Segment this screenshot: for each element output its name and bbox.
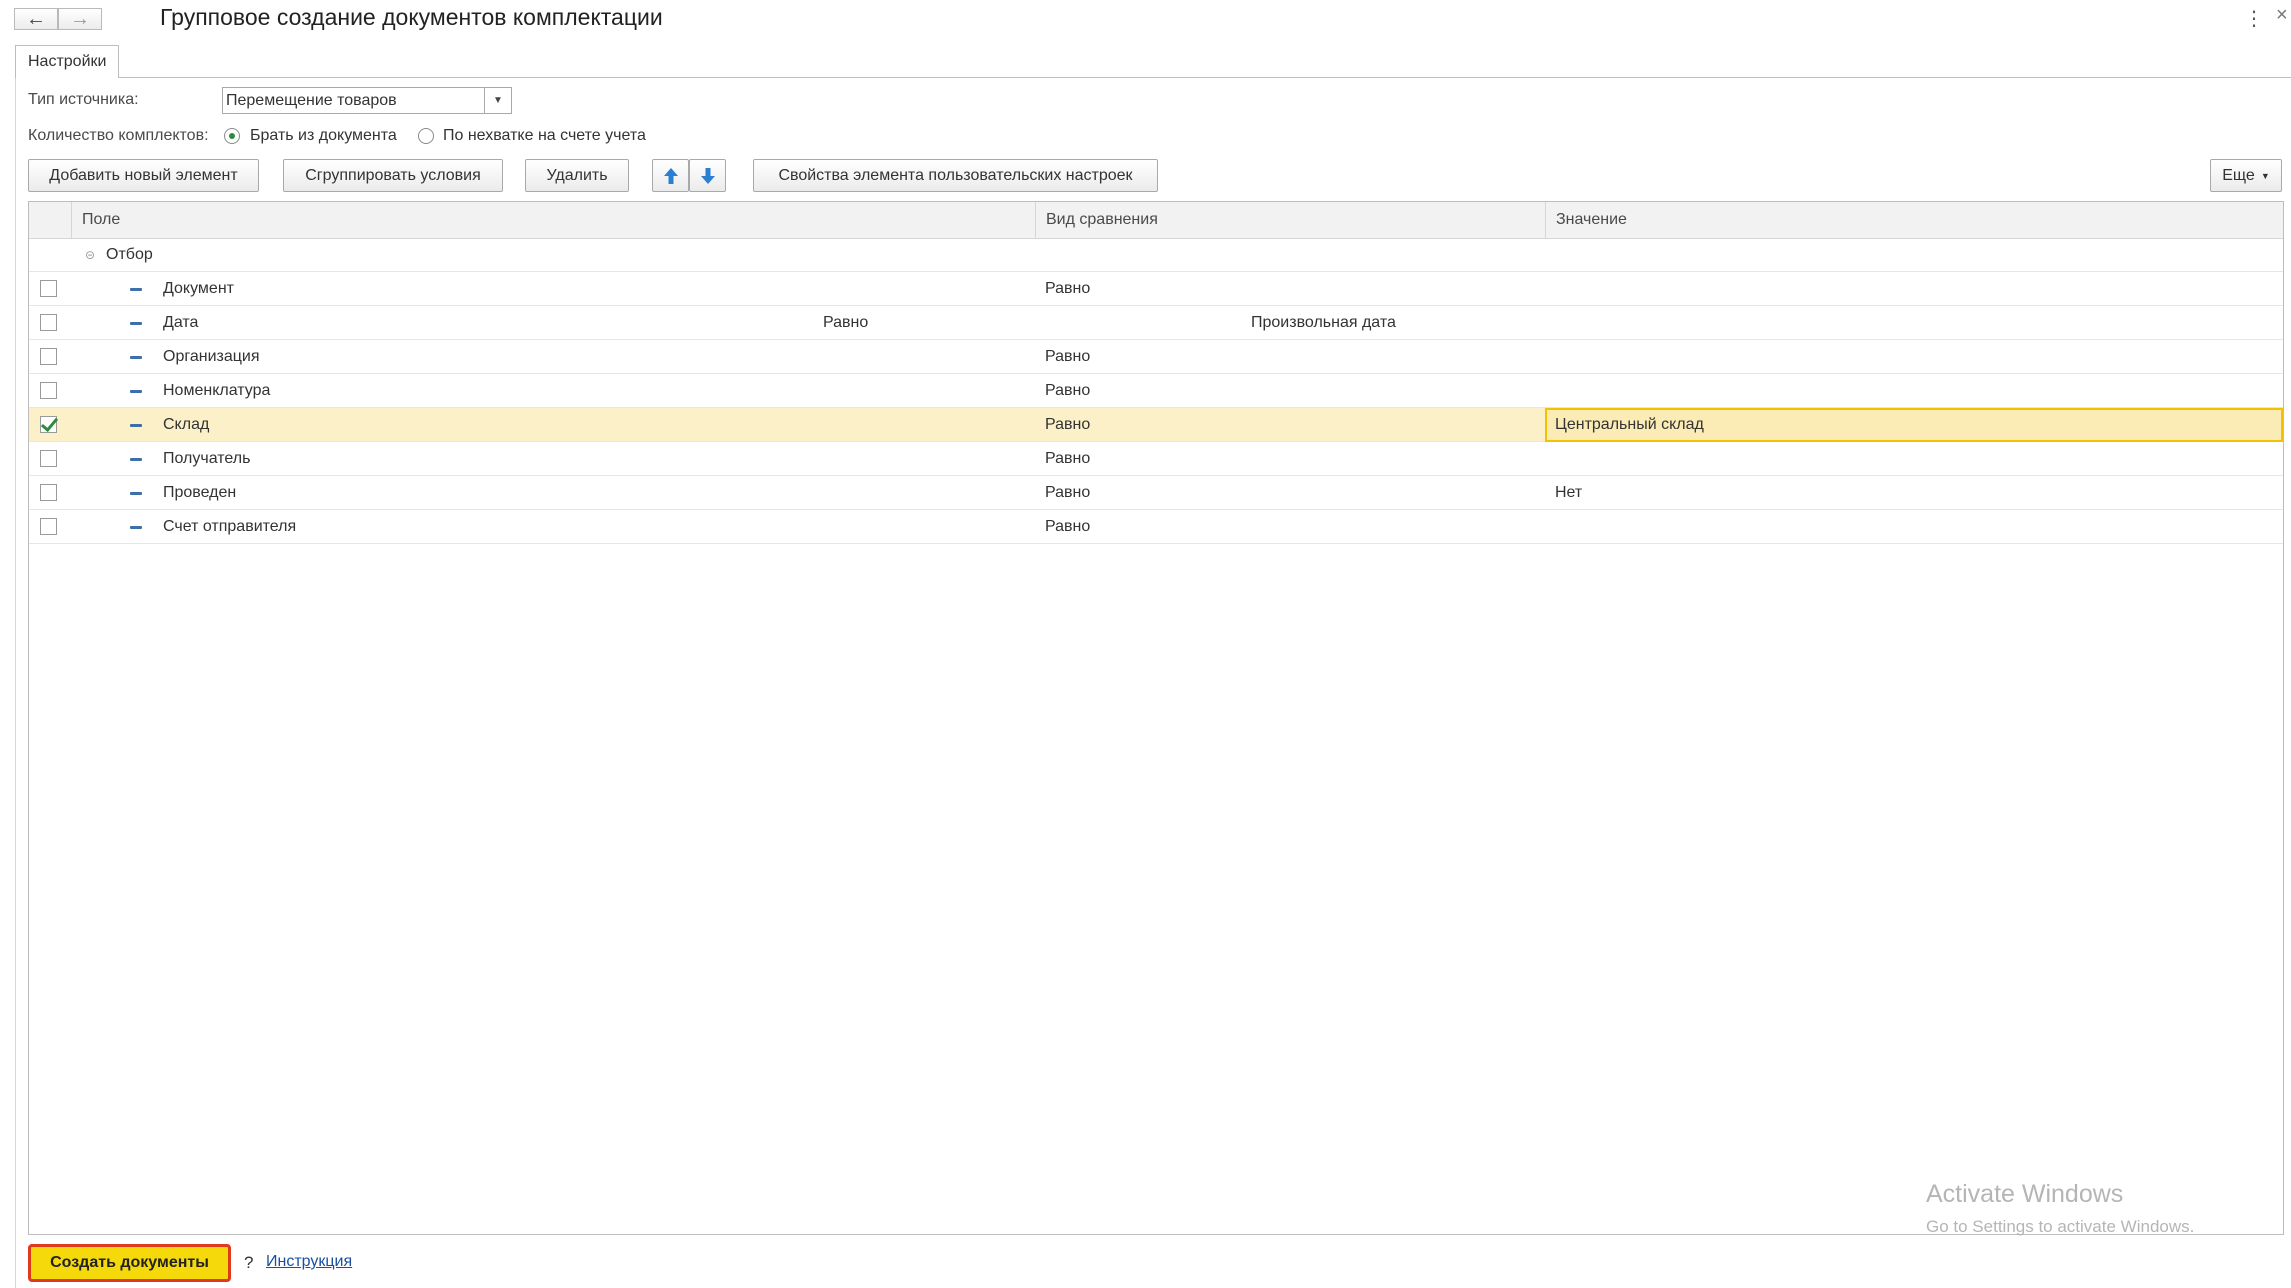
source-type-label: Тип источника: (28, 91, 139, 108)
comparison-cell[interactable]: Равно (1045, 510, 1090, 543)
row-checkbox-checked[interactable] (40, 416, 57, 433)
radio-by-shortage[interactable] (418, 128, 434, 144)
collapse-icon[interactable]: ⊝ (85, 238, 95, 271)
value-cell[interactable]: Нет (1555, 476, 1582, 509)
more-button[interactable]: Еще ▼ (2210, 159, 2282, 192)
row-checkbox[interactable] (40, 382, 57, 399)
arrow-up-icon (663, 167, 678, 184)
table-row[interactable]: Проведен Равно Нет (29, 476, 2283, 510)
row-checkbox[interactable] (40, 348, 57, 365)
field-item-icon (130, 424, 142, 427)
tab-divider (15, 77, 2291, 78)
chevron-down-icon: ▼ (2260, 170, 2270, 181)
group-row[interactable]: ⊝ Отбор (29, 238, 2283, 272)
source-type-value: Перемещение товаров (226, 91, 397, 109)
activate-windows-subtitle: Go to Settings to activate Windows. (1926, 1217, 2195, 1236)
field-cell: Дата (163, 313, 199, 331)
table-header: Поле Вид сравнения Значение (29, 202, 2283, 239)
value-cell-active[interactable]: Центральный склад (1545, 408, 2283, 442)
help-icon: ? (244, 1253, 254, 1272)
arrow-left-icon: ← (26, 7, 46, 30)
field-item-icon (130, 492, 142, 495)
move-down-button[interactable] (689, 159, 726, 192)
comparison-cell[interactable]: Равно (1045, 442, 1090, 475)
row-checkbox[interactable] (40, 518, 57, 535)
row-checkbox[interactable] (40, 450, 57, 467)
table-row[interactable]: Счет отправителя Равно (29, 510, 2283, 544)
field-item-icon (130, 526, 142, 529)
element-properties-button[interactable]: Свойства элемента пользовательских настр… (753, 159, 1158, 192)
kits-label: Количество комплектов: (28, 127, 209, 144)
comparison-cell[interactable]: Равно (1045, 272, 1090, 305)
activate-windows-title: Activate Windows (1926, 1180, 2124, 1208)
table-row[interactable]: Номенклатура Равно (29, 374, 2283, 408)
source-type-select[interactable]: Перемещение товаров ▼ (222, 87, 512, 114)
comparison-cell[interactable]: Равно (823, 306, 868, 339)
column-header-value[interactable]: Значение (1545, 202, 2283, 238)
table-row-selected[interactable]: Склад Равно Центральный склад (29, 408, 2283, 442)
field-item-icon (130, 458, 142, 461)
table-row[interactable]: Организация Равно (29, 340, 2283, 374)
back-button[interactable]: ← (14, 8, 58, 30)
instruction-link[interactable]: Инструкция (266, 1253, 352, 1271)
field-cell: Организация (163, 347, 260, 365)
column-header-comparison[interactable]: Вид сравнения (1035, 202, 1545, 238)
create-documents-button[interactable]: Создать документы (28, 1244, 231, 1282)
table-row[interactable]: Дата Равно Произвольная дата (29, 306, 2283, 340)
comparison-cell[interactable]: Равно (1045, 408, 1090, 441)
header-checkbox-col (29, 202, 71, 238)
group-conditions-button[interactable]: Сгруппировать условия (283, 159, 503, 192)
more-button-label: Еще (2222, 166, 2255, 184)
column-header-field[interactable]: Поле (71, 202, 1035, 238)
settings-table[interactable]: Поле Вид сравнения Значение ⊝ Отбор Доку… (28, 201, 2284, 1235)
window-title: Групповое создание документов комплектац… (160, 4, 663, 30)
comparison-cell[interactable]: Равно (1045, 476, 1090, 509)
row-checkbox[interactable] (40, 484, 57, 501)
field-item-icon (130, 390, 142, 393)
comparison-cell[interactable]: Равно (1045, 374, 1090, 407)
add-element-button[interactable]: Добавить новый элемент (28, 159, 259, 192)
comparison-cell[interactable]: Равно (1045, 340, 1090, 373)
field-cell: Проведен (163, 483, 237, 501)
row-checkbox[interactable] (40, 314, 57, 331)
arrow-down-icon (700, 167, 715, 184)
tab-settings[interactable]: Настройки (15, 45, 120, 78)
left-border (15, 77, 16, 1288)
arrow-right-icon: → (70, 7, 90, 30)
value-cell[interactable]: Произвольная дата (1251, 306, 1396, 339)
table-row[interactable]: Получатель Равно (29, 442, 2283, 476)
close-icon[interactable]: × (2276, 4, 2288, 27)
field-cell: Счет отправителя (163, 517, 297, 535)
more-actions-icon[interactable]: ⋮ (2244, 6, 2264, 31)
group-label: Отбор (106, 245, 153, 263)
field-item-icon (130, 288, 142, 291)
radio-by-shortage-label[interactable]: По нехватке на счете учета (443, 127, 646, 145)
delete-button[interactable]: Удалить (525, 159, 629, 192)
dropdown-arrow-icon[interactable]: ▼ (484, 88, 511, 113)
field-cell: Получатель (163, 449, 251, 467)
field-cell: Документ (163, 279, 234, 297)
radio-from-document-label[interactable]: Брать из документа (250, 127, 397, 145)
tab-settings-label: Настройки (28, 53, 107, 70)
field-item-icon (130, 356, 142, 359)
radio-from-document[interactable] (224, 128, 240, 144)
field-cell: Номенклатура (163, 381, 271, 399)
table-row[interactable]: Документ Равно (29, 272, 2283, 306)
move-up-button[interactable] (652, 159, 689, 192)
field-item-icon (130, 322, 142, 325)
forward-button[interactable]: → (58, 8, 102, 30)
field-cell: Склад (163, 415, 210, 433)
row-checkbox[interactable] (40, 280, 57, 297)
